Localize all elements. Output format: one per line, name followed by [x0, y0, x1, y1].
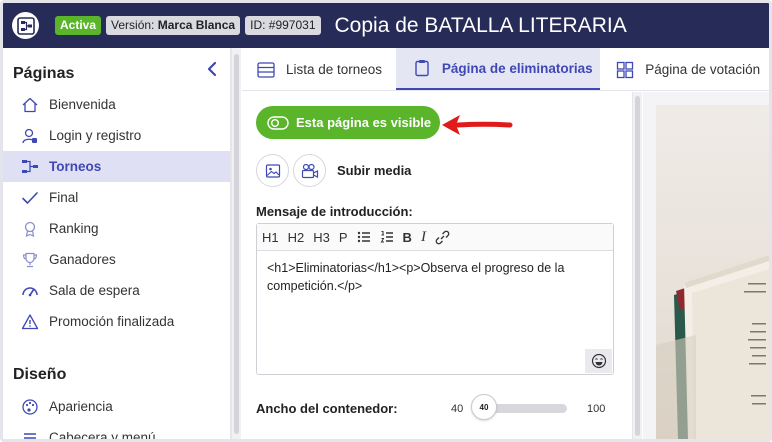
bracket-icon	[20, 157, 40, 177]
bullet-list-icon[interactable]	[357, 230, 371, 244]
sidebar-item-label: Bienvenida	[49, 97, 116, 112]
sidebar-item-label: Final	[49, 190, 79, 205]
numbered-list-icon[interactable]	[380, 230, 394, 244]
slider-min-value: 40	[451, 403, 464, 415]
page-tabs: Lista de torneos Página de eliminatorias…	[242, 48, 769, 91]
sidebar-item-label: Ranking	[49, 221, 99, 236]
version-value: Marca Blanca	[157, 18, 236, 32]
sidebar-design-list: Apariencia Cabecera y menú	[3, 391, 230, 440]
container-width-label: Ancho del contenedor:	[256, 401, 398, 416]
sidebar-item-sala-espera[interactable]: Sala de espera	[3, 275, 230, 306]
sidebar-pages-list: Bienvenida Login y registro Torneos Fina…	[3, 89, 230, 337]
heading2-button[interactable]: H2	[288, 230, 305, 245]
gauge-icon	[20, 281, 40, 301]
sidebar-scrollbar[interactable]	[231, 48, 241, 439]
editor-panel: Esta página es visible Subir media Mensa…	[242, 92, 632, 439]
paragraph-button[interactable]: P	[339, 230, 348, 245]
intro-message-editor[interactable]: H1 H2 H3 P B I <h1>Eliminatorias</h1><p>…	[256, 223, 614, 375]
status-badge: Activa	[55, 16, 102, 35]
clipboard-icon	[412, 58, 432, 78]
trophy-icon	[20, 250, 40, 270]
list-icon	[256, 60, 276, 80]
toggle-icon	[266, 111, 290, 135]
sidebar-item-label: Promoción finalizada	[49, 314, 175, 329]
sidebar-item-label: Torneos	[49, 159, 102, 174]
intro-message-label: Mensaje de introducción:	[256, 204, 413, 219]
user-lock-icon	[20, 126, 40, 146]
sidebar-item-cabecera[interactable]: Cabecera y menú	[3, 422, 230, 440]
sidebar-item-ranking[interactable]: Ranking	[3, 213, 230, 244]
sidebar-scrollbar-thumb[interactable]	[234, 54, 239, 434]
app-logo-icon[interactable]	[12, 12, 39, 39]
sidebar-section-design: Diseño	[13, 366, 67, 383]
top-bar: Activa Versión: Marca Blanca ID: #997031…	[3, 3, 769, 48]
sidebar-item-apariencia[interactable]: Apariencia	[3, 391, 230, 422]
italic-button[interactable]: I	[421, 229, 426, 246]
link-icon[interactable]	[435, 230, 450, 245]
emoji-icon[interactable]	[585, 349, 612, 373]
check-icon	[20, 188, 40, 208]
sidebar-item-label: Apariencia	[49, 399, 113, 414]
bold-button[interactable]: B	[403, 230, 412, 245]
editor-scrollbar-thumb[interactable]	[635, 96, 640, 436]
preview-background-image	[656, 105, 769, 439]
warning-icon	[20, 312, 40, 332]
page-title: Copia de BATALLA LITERARIA	[334, 13, 627, 37]
sidebar-item-torneos[interactable]: Torneos	[3, 151, 230, 182]
sidebar-item-label: Login y registro	[49, 128, 142, 143]
red-arrow-annotation	[442, 115, 513, 135]
sidebar-item-login[interactable]: Login y registro	[3, 120, 230, 151]
page-preview	[643, 92, 769, 439]
sidebar-item-label: Cabecera y menú	[49, 430, 156, 439]
upload-video-button[interactable]	[293, 154, 326, 187]
tab-label: Página de eliminatorias	[441, 60, 593, 76]
version-badge: Versión: Marca Blanca	[106, 16, 241, 35]
upload-image-button[interactable]	[256, 154, 289, 187]
chevron-left-icon[interactable]	[203, 60, 221, 78]
editor-scrollbar[interactable]	[632, 92, 642, 439]
grid-icon	[615, 60, 635, 80]
video-camera-icon	[301, 163, 318, 178]
sidebar-item-label: Ganadores	[49, 252, 116, 267]
heading3-button[interactable]: H3	[313, 230, 330, 245]
sidebar: Páginas Bienvenida Login y registro Torn…	[3, 48, 231, 439]
tab-pagina-votacion[interactable]: Página de votación	[600, 48, 769, 90]
slider-max-value: 100	[587, 403, 606, 415]
slider-handle[interactable]: 40	[471, 394, 497, 420]
sidebar-section-pages: Páginas	[13, 65, 75, 82]
visibility-toggle-button[interactable]: Esta página es visible	[256, 106, 440, 139]
sidebar-item-bienvenida[interactable]: Bienvenida	[3, 89, 230, 120]
image-icon	[265, 163, 280, 178]
tab-label: Lista de torneos	[286, 62, 383, 77]
sidebar-item-ganadores[interactable]: Ganadores	[3, 244, 230, 275]
editor-toolbar: H1 H2 H3 P B I	[257, 224, 613, 251]
sidebar-item-label: Sala de espera	[49, 283, 140, 298]
intro-message-text[interactable]: <h1>Eliminatorias</h1><p>Observa el prog…	[257, 251, 613, 303]
id-badge: ID: #997031	[245, 16, 321, 35]
palette-icon	[20, 397, 40, 417]
heading1-button[interactable]: H1	[262, 230, 279, 245]
visibility-toggle-label: Esta página es visible	[296, 115, 432, 130]
tab-label: Página de votación	[645, 62, 761, 77]
tab-pagina-eliminatorias[interactable]: Página de eliminatorias	[395, 48, 601, 90]
version-prefix: Versión:	[111, 18, 155, 32]
menu-icon	[20, 428, 40, 440]
medal-icon	[20, 219, 40, 239]
upload-media-label: Subir media	[337, 163, 412, 178]
sidebar-item-promocion-finalizada[interactable]: Promoción finalizada	[3, 306, 230, 337]
tab-lista-torneos[interactable]: Lista de torneos	[242, 48, 396, 90]
home-icon	[20, 95, 40, 115]
sidebar-item-final[interactable]: Final	[3, 182, 230, 213]
